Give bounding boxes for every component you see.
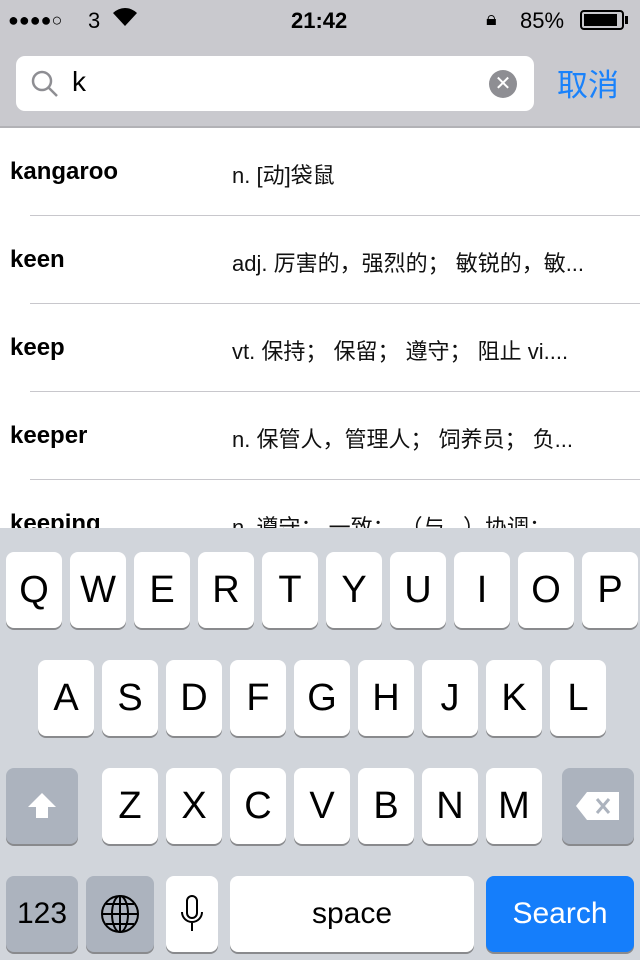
wifi-icon <box>112 6 138 34</box>
battery-icon <box>580 10 630 36</box>
list-item[interactable]: keeper n. 保管人，管理人； 饲养员； 负... <box>0 392 640 480</box>
definition: n. 保管人，管理人； 饲养员； 负... <box>232 427 574 452</box>
microphone-icon[interactable] <box>166 876 218 952</box>
key-m[interactable]: M <box>486 768 542 844</box>
battery-percent: 85% <box>520 8 565 33</box>
word: keeper <box>10 422 88 449</box>
key-r[interactable]: R <box>198 552 254 628</box>
key-h[interactable]: H <box>358 660 414 736</box>
list-item[interactable]: keeping n. 遵守； 一致； （与...）协调； <box>0 480 640 528</box>
definition: n. 遵守； 一致； （与...）协调； <box>232 515 552 528</box>
word: kangaroo <box>10 158 119 185</box>
search-input[interactable]: k ✕ <box>16 56 534 111</box>
key-v[interactable]: V <box>294 768 350 844</box>
key-k[interactable]: K <box>486 660 542 736</box>
rotation-lock-icon: 🔒︎ <box>486 8 497 30</box>
key-l[interactable]: L <box>550 660 606 736</box>
key-q[interactable]: Q <box>6 552 62 628</box>
key-o[interactable]: O <box>518 552 574 628</box>
key-t[interactable]: T <box>262 552 318 628</box>
keyboard: QWERTYUIOP ASDFGHJKL ZXCVBNM 123 space Sea… <box>0 528 640 960</box>
cancel-button[interactable]: 取消 <box>557 60 619 105</box>
numbers-key[interactable]: 123 <box>6 876 78 952</box>
search-bar: k ✕ 取消 <box>0 40 640 128</box>
key-e[interactable]: E <box>134 552 190 628</box>
key-i[interactable]: I <box>454 552 510 628</box>
key-f[interactable]: F <box>230 660 286 736</box>
word: keep <box>10 334 65 361</box>
key-a[interactable]: A <box>38 660 94 736</box>
list-item[interactable]: kangaroo n. [动]袋鼠 <box>0 128 640 216</box>
key-z[interactable]: Z <box>102 768 158 844</box>
space-key[interactable]: space <box>230 876 474 952</box>
key-c[interactable]: C <box>230 768 286 844</box>
key-y[interactable]: Y <box>326 552 382 628</box>
definition: n. [动]袋鼠 <box>232 163 335 188</box>
search-key[interactable]: Search <box>486 876 634 952</box>
backspace-key[interactable] <box>562 768 634 844</box>
signal-strength: ●●●●○ <box>8 10 63 30</box>
results-list: kangaroo n. [动]袋鼠 keen adj. 厉害的，强烈的； 敏锐的，敏… <box>0 128 640 528</box>
list-item[interactable]: keep vt. 保持； 保留； 遵守； 阻止 vi.... <box>0 304 640 392</box>
key-p[interactable]: P <box>582 552 638 628</box>
definition: adj. 厉害的，强烈的； 敏锐的，敏... <box>232 251 585 276</box>
key-n[interactable]: N <box>422 768 478 844</box>
key-w[interactable]: W <box>70 552 126 628</box>
search-icon <box>30 69 60 104</box>
list-item[interactable]: keen adj. 厉害的，强烈的； 敏锐的，敏... <box>0 216 640 304</box>
shift-key[interactable] <box>6 768 78 844</box>
key-j[interactable]: J <box>422 660 478 736</box>
word: keeping <box>10 510 101 528</box>
search-query[interactable]: k <box>72 66 86 98</box>
key-g[interactable]: G <box>294 660 350 736</box>
word: keen <box>10 246 65 273</box>
clear-icon[interactable]: ✕ <box>489 70 517 98</box>
carrier: 3 <box>88 8 101 33</box>
key-d[interactable]: D <box>166 660 222 736</box>
globe-icon[interactable] <box>86 876 154 952</box>
key-x[interactable]: X <box>166 768 222 844</box>
definition: vt. 保持； 保留； 遵守； 阻止 vi.... <box>232 339 569 364</box>
key-s[interactable]: S <box>102 660 158 736</box>
key-b[interactable]: B <box>358 768 414 844</box>
key-u[interactable]: U <box>390 552 446 628</box>
status-bar: ●●●●○ 3 21:42 🔒︎ 85% <box>0 0 640 40</box>
clock: 21:42 <box>291 8 348 33</box>
